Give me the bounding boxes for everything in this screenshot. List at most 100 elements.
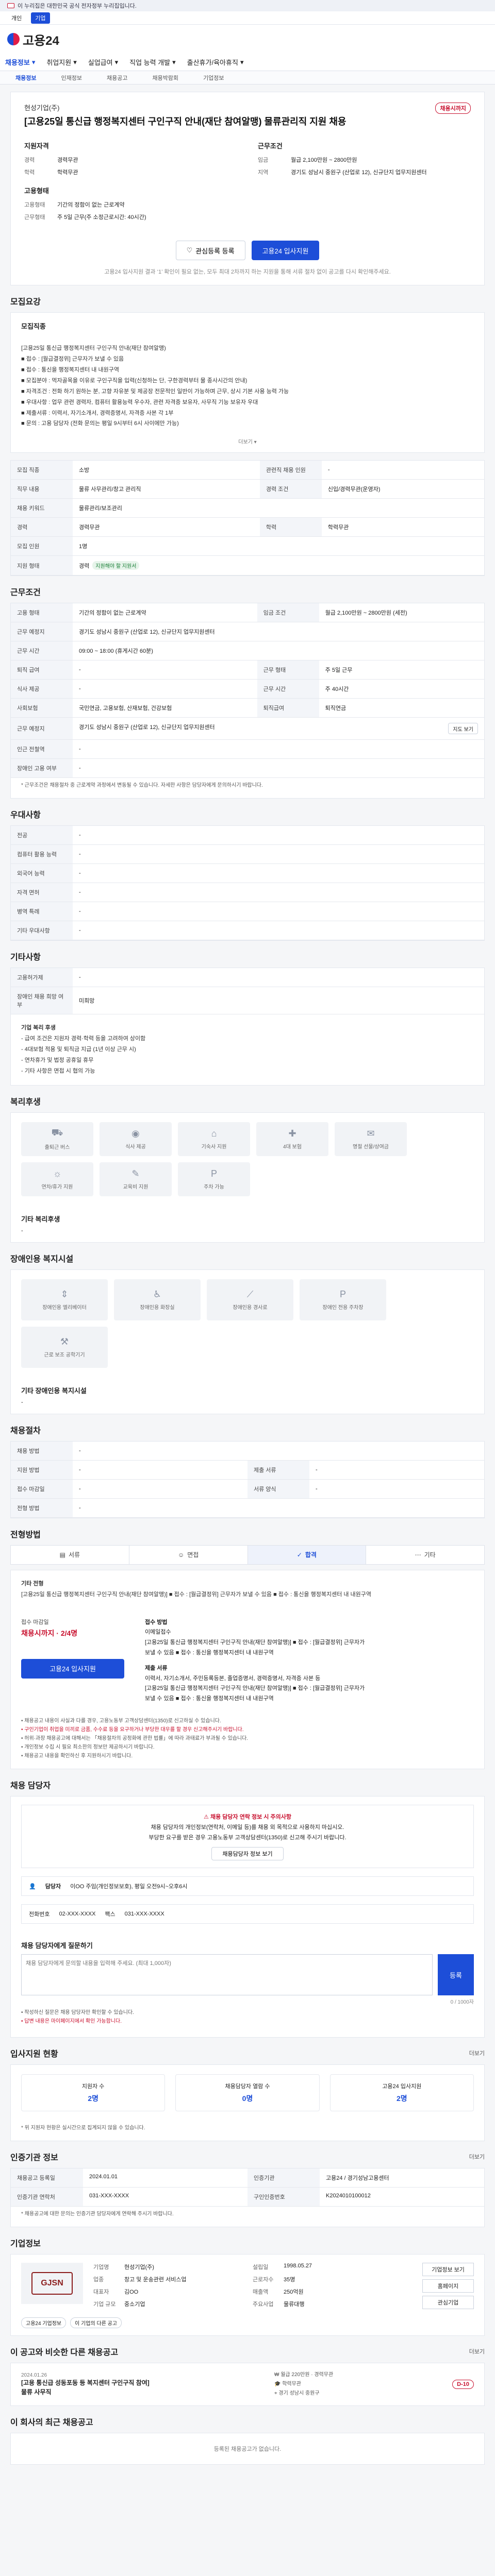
warning-line: 부당한 요구를 받은 경우 고용노동부 고객상담센터(1350)로 신고해 주시… bbox=[148, 1834, 346, 1841]
welfare-panel: ⛟ 출퇴근 버스 ◉ 식사 제공 ⌂ 기숙사 지원 ✚ 4대 보험 ✉ 명절 선물/상여금… bbox=[10, 1112, 485, 1243]
logo-icon bbox=[7, 33, 20, 45]
company-link[interactable]: 고용24 기업정보 bbox=[21, 2317, 67, 2329]
gnb-item-parental-leave[interactable]: 출산휴가/육아휴직 ▾ bbox=[187, 57, 244, 67]
more-label: 더보기 bbox=[238, 439, 253, 446]
chevron-down-icon: ▾ bbox=[114, 58, 119, 66]
snb-item-jobs[interactable]: 채용정보 bbox=[15, 74, 36, 82]
conditions-heading: 근무조건 bbox=[258, 142, 283, 150]
apply-button-secondary[interactable]: 고용24 입사지원 bbox=[21, 1658, 124, 1679]
related-more-link[interactable]: 더보기 bbox=[469, 2347, 485, 2355]
gov-banner-text: 이 누리집은 대한민국 공식 전자정부 누리집입니다. bbox=[18, 3, 137, 9]
doc-icon: ▤ bbox=[59, 1551, 65, 1558]
site-logo[interactable]: 고용24 bbox=[7, 30, 59, 48]
row-key: 제출 서류 bbox=[248, 1460, 309, 1480]
disability-item: ⇕ 장애인용 엘리베이터 bbox=[21, 1279, 108, 1320]
top-link-personal[interactable]: 개인 bbox=[7, 12, 26, 24]
region-label: 지역 bbox=[258, 170, 269, 176]
row-key: 고용허가제 bbox=[11, 968, 73, 988]
bookmark-button[interactable]: ♡ 관심등록 등록 bbox=[175, 241, 245, 261]
education-value: 학력무관 bbox=[57, 170, 78, 176]
company-actions: 기업정보 보기 홈페이지 관심기업 bbox=[422, 2263, 474, 2310]
gnb-label: 채용정보 bbox=[5, 59, 30, 66]
table-row: 근무 예정지 경기도 성남시 중원구 (산업로 12), 신규단지 업무지원센터 … bbox=[11, 717, 484, 740]
snb-item-talent[interactable]: 인재정보 bbox=[61, 74, 81, 82]
company-name[interactable]: 현성기업(주) bbox=[24, 103, 416, 112]
company-info: 기업명 현성기업(주) 설립일 1998.05.27 업종 창고 및 운송관련 서비스업… bbox=[93, 2263, 412, 2308]
related-job-meta: ₩ 월급 220만원 · 경력무관 🎓 학력무관 ⌖ 경기 성남시 중원구 bbox=[274, 2372, 334, 2397]
tab-pass[interactable]: ✓ 합격 bbox=[248, 1545, 367, 1564]
co-value: 현성기업(주) bbox=[124, 2264, 154, 2271]
tab-interview[interactable]: ☺ 면접 bbox=[129, 1545, 248, 1564]
other-panel: 고용허가제 - 장애인 채용 희망 여부 미희망 기업 복리 후생 - 급여 조건은… bbox=[10, 968, 485, 1086]
manager-confirm-button[interactable]: 채용담당자 정보 보기 bbox=[211, 1847, 284, 1861]
receive-method-label: 접수 방법 bbox=[145, 1619, 168, 1625]
gnb-item-jobs[interactable]: 채용정보 ▾ bbox=[5, 57, 35, 67]
welfare-item: ✉ 명절 선물/상여금 bbox=[335, 1122, 407, 1156]
row-value: 경력 지원해야 할 지원서 bbox=[73, 555, 484, 576]
favorite-company-button[interactable]: 관심기업 bbox=[422, 2296, 474, 2310]
company-link[interactable]: 이 기업의 다른 공고 bbox=[70, 2317, 122, 2329]
meal-icon: ◉ bbox=[131, 1128, 140, 1139]
row-key: 자격 면허 bbox=[11, 883, 73, 903]
other-table: 고용허가제 - 장애인 채용 희망 여부 미희망 bbox=[11, 968, 484, 1015]
company-logo: GJSN bbox=[21, 2263, 83, 2304]
snb-item-postings[interactable]: 채용공고 bbox=[107, 74, 127, 82]
disability-label: 근로 보조 공학기기 bbox=[44, 1352, 85, 1358]
inquiry-note: • 작성하신 질문은 채용 담당자만 확인할 수 있습니다. bbox=[21, 2010, 134, 2016]
preference-section-title: 우대사항 bbox=[10, 808, 485, 820]
company-info-button[interactable]: 기업정보 보기 bbox=[422, 2263, 474, 2277]
inquiry-textarea[interactable] bbox=[21, 1954, 433, 1996]
notice-line: • 개인정보 수집 시 필요 최소한의 정보만 제공하시기 바랍니다. bbox=[21, 1744, 155, 1750]
row-value: - bbox=[73, 1479, 248, 1499]
table-row: 고용 형태 기간의 정함이 없는 근로계약 임금 조건 월급 2,100만원 ~ 28… bbox=[11, 603, 484, 623]
apply-note: 고용24 입사지원 결과 ‘1’ 확인이 필요 없는, 모두 최대 2차까지 하… bbox=[104, 269, 391, 276]
related-job-edu: 학력무관 bbox=[282, 2381, 302, 2387]
snb-item-company[interactable]: 기업정보 bbox=[203, 74, 224, 82]
recruit-line: ■ 접수 : 통신을 행정복지센터 내 내원구역 bbox=[21, 366, 119, 373]
related-job-title: [고용 통신급 성동포동 등 복지센터 구인구직 참여] 물류 사무직 bbox=[21, 2379, 150, 2396]
docs-line: 보낼 수 있음 ■ 접수 : 통신을 행정복지센터 내 내원구역 bbox=[145, 1696, 274, 1702]
tab-documents[interactable]: ▤ 서류 bbox=[11, 1545, 129, 1564]
jobinfo-more-link[interactable]: 더보기 bbox=[469, 2153, 485, 2161]
row-key: 직무 내용 bbox=[11, 479, 73, 499]
apply-method: 기타 전형 [고용25일 통신급 행정복지센터 구인구직 안내(재단 참여알맹)… bbox=[11, 1570, 484, 1608]
co-value: 250억원 bbox=[284, 2289, 304, 2296]
related-job-date: 2024.01.26 bbox=[21, 2372, 47, 2378]
notice-line: • 채용공고 내용이 사실과 다를 경우, 고용노동부 고객상담센터(1350)… bbox=[21, 1718, 221, 1724]
tab-etc[interactable]: ⋯ 기타 bbox=[366, 1546, 484, 1564]
gnb-item-employment-support[interactable]: 취업지원 ▾ bbox=[46, 57, 76, 67]
row-key: 모집 인원 bbox=[11, 536, 73, 556]
stats-more-link[interactable]: 더보기 bbox=[469, 2049, 485, 2057]
receive-method-line: 이메일접수 bbox=[145, 1629, 171, 1636]
co-key: 근로자수 bbox=[253, 2277, 274, 2283]
row-value: - bbox=[309, 1460, 484, 1480]
chevron-down-icon: ▾ bbox=[254, 439, 257, 446]
homepage-button[interactable]: 홈페이지 bbox=[422, 2279, 474, 2293]
gnb-item-job-training[interactable]: 직업 능력 개발 ▾ bbox=[129, 57, 176, 67]
gnb-label: 출산휴가/육아휴직 bbox=[187, 59, 238, 66]
gnb-item-unemployment-benefit[interactable]: 실업급여 ▾ bbox=[88, 57, 118, 67]
row-value: 09:00 ~ 18:00 (휴게시간 60분) bbox=[73, 641, 484, 661]
row-key: 근무 시간 bbox=[257, 679, 319, 699]
row-key: 지원 형태 bbox=[11, 555, 73, 576]
co-value: 35명 bbox=[284, 2277, 295, 2283]
more-button[interactable]: 더보기 ▾ bbox=[238, 437, 256, 445]
apply-panel: 기타 전형 [고용25일 통신급 행정복지센터 구인구직 안내(재단 참여알맹)… bbox=[10, 1569, 485, 1769]
stat-label: 채용담당자 열람 수 bbox=[225, 2083, 270, 2090]
docs-label: 제출 서류 bbox=[145, 1665, 168, 1671]
apply-button[interactable]: 고용24 입사지원 bbox=[251, 241, 320, 261]
map-button[interactable]: 지도 보기 bbox=[448, 723, 478, 735]
warning-title: 채용 담당자 연락 정보 시 주의사항 bbox=[210, 1814, 291, 1820]
snb-item-fair[interactable]: 채용박람회 bbox=[152, 74, 178, 82]
row-key: 사회보험 bbox=[11, 698, 73, 718]
company-panel: GJSN 기업명 현성기업(주) 설립일 1998.05.27 업종 창고 및 운송관련… bbox=[10, 2254, 485, 2336]
dorm-icon: ⌂ bbox=[211, 1128, 217, 1139]
welfare-label: 연차/휴가 지원 bbox=[41, 1184, 73, 1190]
row-value: 신입/경력무관(운영자) bbox=[321, 479, 484, 499]
top-link-corporate[interactable]: 기업 bbox=[31, 12, 50, 24]
fax-value: 031-XXX-XXXX bbox=[124, 1911, 164, 1918]
table-row: 채용 키워드 물류관리/보조관리 bbox=[11, 498, 484, 518]
related-job-card[interactable]: 2024.01.26 [고용 통신급 성동포동 등 복지센터 구인구직 참여] … bbox=[11, 2363, 484, 2405]
row-key: 고용 형태 bbox=[11, 603, 73, 623]
inquiry-send-button[interactable]: 등록 bbox=[438, 1954, 474, 1996]
